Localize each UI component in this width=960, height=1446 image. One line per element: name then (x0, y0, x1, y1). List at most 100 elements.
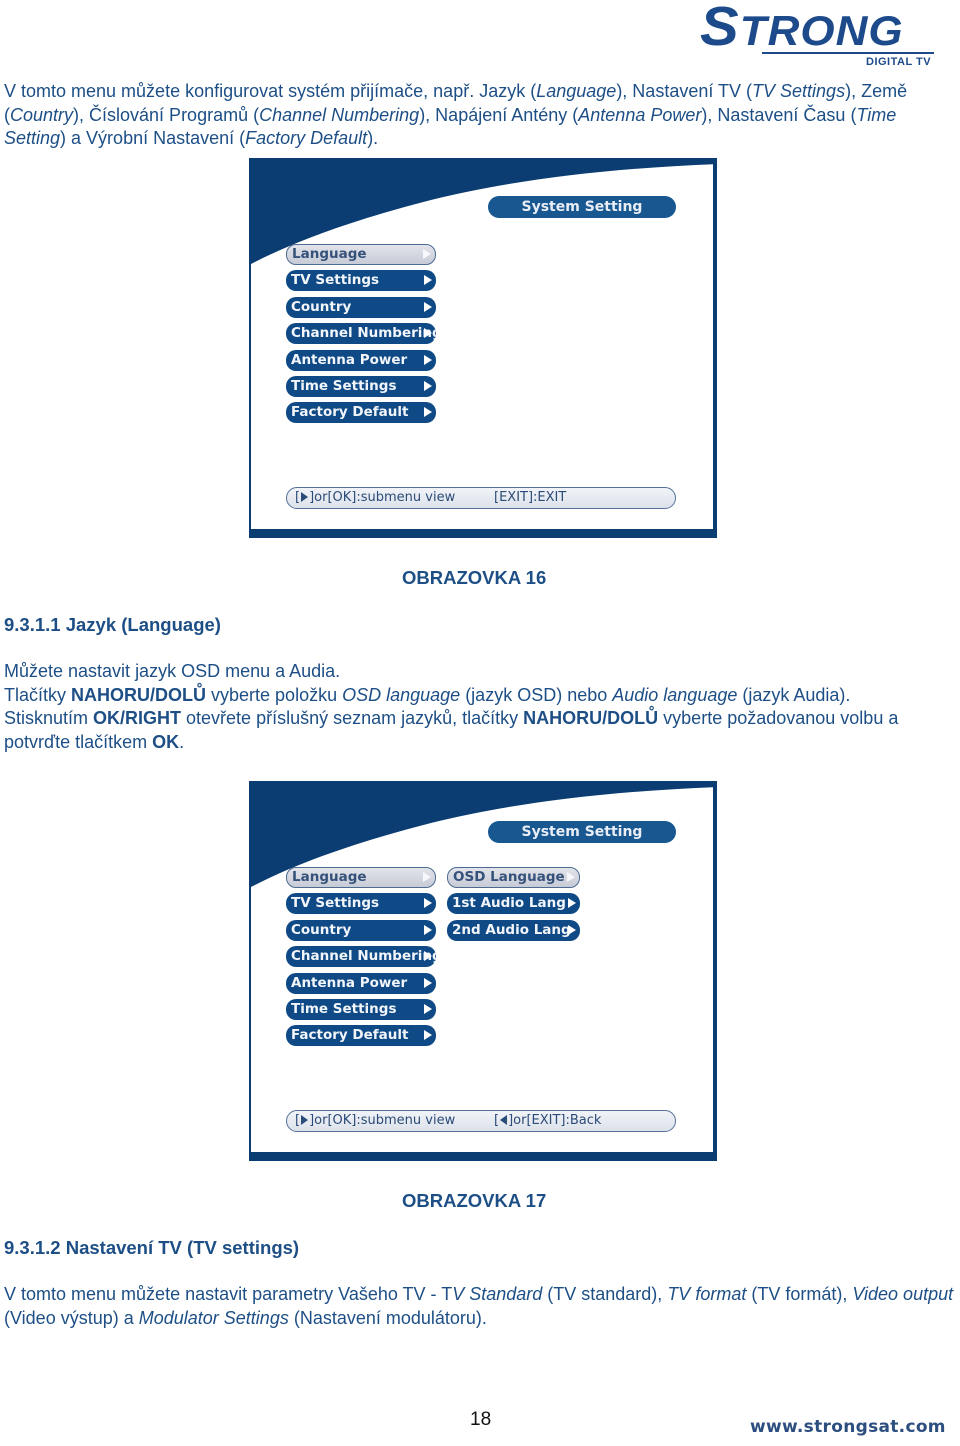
menu-item-label: OSD Language (453, 869, 565, 885)
menu-title: System Setting (488, 196, 676, 218)
text-run: (jazyk OSD) nebo (460, 684, 613, 705)
chevron-right-icon (424, 301, 432, 312)
menu-item-label: Country (291, 921, 352, 938)
menu-item-antenna-power[interactable]: Antenna Power (286, 349, 436, 371)
left-arrow-icon (500, 1115, 508, 1125)
menu-item-label: 1st Audio Lang (452, 895, 566, 912)
menu-item-label: Country (291, 298, 352, 315)
italic-term: Language (536, 81, 617, 101)
help-right-text: or[EXIT]:Back (513, 1113, 602, 1128)
text-run: V tomto menu můžete nastavit parametry V… (4, 1284, 453, 1304)
menu-item-country[interactable]: Country (286, 919, 436, 941)
page-number: 18 (470, 1409, 492, 1430)
menu-item-language[interactable]: Language (286, 244, 436, 265)
chevron-right-icon (424, 275, 432, 286)
caption-screen-16: OBRAZOVKA 16 (402, 567, 547, 588)
menu-item-channel-numbering[interactable]: Channel Numbering (286, 323, 436, 345)
italic-term: Factory Default (245, 128, 368, 148)
text-run: vyberte položku (206, 684, 343, 705)
text-run: ), Nastavení TV ( (616, 81, 753, 101)
menu-item-label: TV Settings (291, 272, 380, 289)
help-bar: []or[OK]:submenu view []or[EXIT]:Back (286, 1110, 676, 1132)
right-arrow-icon (301, 1115, 309, 1125)
caption-screen-17: OBRAZOVKA 17 (402, 1190, 547, 1211)
help-right: []or[EXIT]:Back (494, 1113, 602, 1128)
italic-term: Country (10, 104, 74, 125)
text-run: ), Číslování Programů ( (73, 104, 260, 125)
osd-screen-17: System Setting Language TV Settings Countr… (249, 781, 717, 1161)
text-run: ), Napájení Antény ( (419, 104, 579, 125)
menu-item-time-settings[interactable]: Time Settings (286, 375, 436, 397)
chevron-right-icon (424, 977, 432, 988)
menu-item-label: Language (292, 869, 367, 885)
section-heading-language: 9.3.1.1 Jazyk (Language) (4, 614, 221, 635)
chevron-right-icon (423, 871, 431, 882)
menu-item-language[interactable]: Language (286, 867, 436, 888)
language-paragraph: Můžete nastavit jazyk OSD menu a Audia. T… (4, 660, 904, 754)
logo-subtitle: DIGITAL TV (866, 56, 932, 68)
emphasized-key: NAHORU/DOLŮ (71, 684, 207, 705)
menu-item-label: Antenna Power (291, 351, 408, 368)
chevron-right-icon (568, 898, 576, 909)
help-bar: []or[OK]:submenu view [EXIT]:EXIT (286, 487, 676, 509)
italic-term: Audio language (612, 684, 738, 705)
chevron-right-icon (424, 328, 432, 339)
text-run: (TV standard), (542, 1284, 668, 1304)
menu-item-label: Channel Numbering (291, 325, 436, 342)
menu-item-label: Language (292, 246, 367, 262)
italic-term: TV format (667, 1284, 747, 1304)
italic-term: V Standard (452, 1284, 543, 1304)
text-run: (Video výstup) a (4, 1307, 139, 1328)
help-right-text: [EXIT]:EXIT (494, 490, 567, 505)
website-url[interactable]: www.strongsat.com (750, 1417, 946, 1437)
language-submenu: OSD Language 1st Audio Lang 2nd Audio Lang (447, 867, 580, 946)
menu-item-channel-numbering[interactable]: Channel Numbering (286, 946, 436, 968)
text-run: (Nastavení modulátoru). (288, 1307, 487, 1328)
chevron-right-icon (424, 1030, 432, 1041)
menu-item-tv-settings[interactable]: TV Settings (286, 893, 436, 915)
menu-item-antenna-power[interactable]: Antenna Power (286, 972, 436, 994)
menu-item-factory-default[interactable]: Factory Default (286, 402, 436, 424)
text-run: ). (367, 128, 379, 148)
text-run: Tlačítky (4, 684, 72, 705)
menu-item-country[interactable]: Country (286, 296, 436, 318)
menu-title: System Setting (488, 821, 676, 843)
menu-item-tv-settings[interactable]: TV Settings (286, 270, 436, 292)
chevron-right-icon (424, 380, 432, 391)
italic-term: Antenna Power (578, 104, 702, 125)
tv-settings-paragraph: V tomto menu můžete nastavit parametry V… (4, 1283, 959, 1330)
menu-item-2nd-audio-lang[interactable]: 2nd Audio Lang (447, 919, 580, 941)
menu-item-1st-audio-lang[interactable]: 1st Audio Lang (447, 893, 580, 915)
intro-paragraph: V tomto menu můžete konfigurovat systém … (4, 80, 959, 151)
text-run: Můžete nastavit jazyk OSD menu a Audia. (4, 661, 341, 681)
chevron-right-icon (424, 354, 432, 365)
help-left-text: or[OK]:submenu view (314, 490, 456, 505)
menu-item-label: TV Settings (291, 895, 380, 912)
menu-item-label: Antenna Power (291, 974, 408, 991)
emphasized-key: OK/RIGHT (93, 708, 182, 728)
italic-term: Channel Numbering (259, 104, 420, 125)
chevron-right-icon (424, 924, 432, 935)
menu-item-osd-language[interactable]: OSD Language (447, 867, 580, 888)
strong-logo: STRONG DIGITAL TV (700, 0, 940, 70)
emphasized-key: NAHORU/DOLŮ (523, 708, 659, 728)
right-arrow-icon (301, 492, 309, 502)
text-run: otevřete příslušný seznam jazyků, tlačít… (181, 708, 524, 728)
italic-term: OSD language (342, 684, 461, 705)
menu-item-label: Time Settings (291, 1000, 397, 1017)
chevron-right-icon (568, 924, 576, 935)
logo-wordmark: STRONG (700, 0, 904, 58)
main-menu: Language TV Settings Country Channel Number… (286, 244, 436, 429)
menu-item-label: Factory Default (291, 1027, 409, 1044)
chevron-right-icon (424, 407, 432, 418)
menu-item-factory-default[interactable]: Factory Default (286, 1025, 436, 1047)
bottom-bar (251, 529, 713, 538)
menu-item-label: 2nd Audio Lang (452, 921, 571, 938)
italic-term: Modulator Settings (138, 1307, 289, 1328)
text-run: ), Nastavení Času ( (701, 104, 857, 125)
help-left-text: or[OK]:submenu view (314, 1113, 456, 1128)
menu-item-time-settings[interactable]: Time Settings (286, 998, 436, 1020)
help-left: []or[OK]:submenu view (295, 490, 456, 505)
chevron-right-icon (424, 898, 432, 909)
chevron-right-icon (567, 871, 575, 882)
